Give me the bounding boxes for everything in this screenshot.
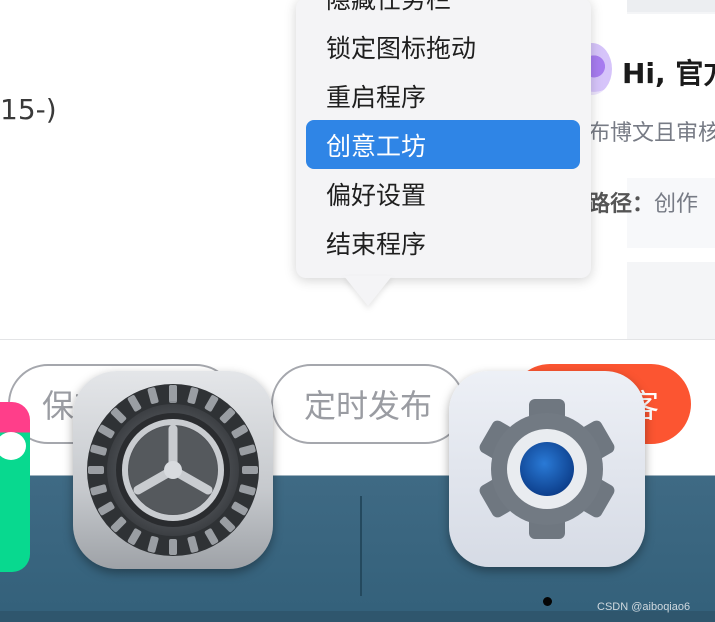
panel-top-strip <box>627 0 715 12</box>
menu-item-lock-icon-drag[interactable]: 锁定图标拖动 <box>306 22 580 71</box>
dock-divider <box>360 496 362 596</box>
windows-settings-gear-icon[interactable] <box>449 371 645 567</box>
greeting-text: Hi, 官方 <box>622 57 715 90</box>
menu-item-preferences[interactable]: 偏好设置 <box>306 169 580 218</box>
menu-item-creative-workshop[interactable]: 创意工坊 <box>306 120 580 169</box>
colorful-app-icon[interactable] <box>0 402 30 572</box>
schedule-publish-button[interactable]: 定时发布 <box>271 364 465 444</box>
menu-item-hide-taskbar[interactable]: 隐藏任务栏 <box>306 0 580 18</box>
menu-item-restart-program[interactable]: 重启程序 <box>306 71 580 120</box>
path-value: 创作 <box>654 192 699 217</box>
partial-title-text: 15-) <box>0 93 57 126</box>
right-side-panel <box>627 0 715 340</box>
system-preferences-gear-icon[interactable] <box>73 371 273 569</box>
running-indicator-dot <box>543 597 552 606</box>
watermark: CSDN @aiboqiao6 <box>597 601 691 613</box>
card-description: 布博文且审核 <box>588 121 715 146</box>
path-label: 路径 <box>588 192 633 217</box>
context-menu-pointer <box>344 276 392 306</box>
menu-item-quit-program[interactable]: 结束程序 <box>306 218 580 267</box>
context-menu: 隐藏任务栏 锁定图标拖动 重启程序 创意工坊 偏好设置 结束程序 <box>296 0 591 278</box>
path-row[interactable]: 路径：创作 <box>588 186 715 218</box>
